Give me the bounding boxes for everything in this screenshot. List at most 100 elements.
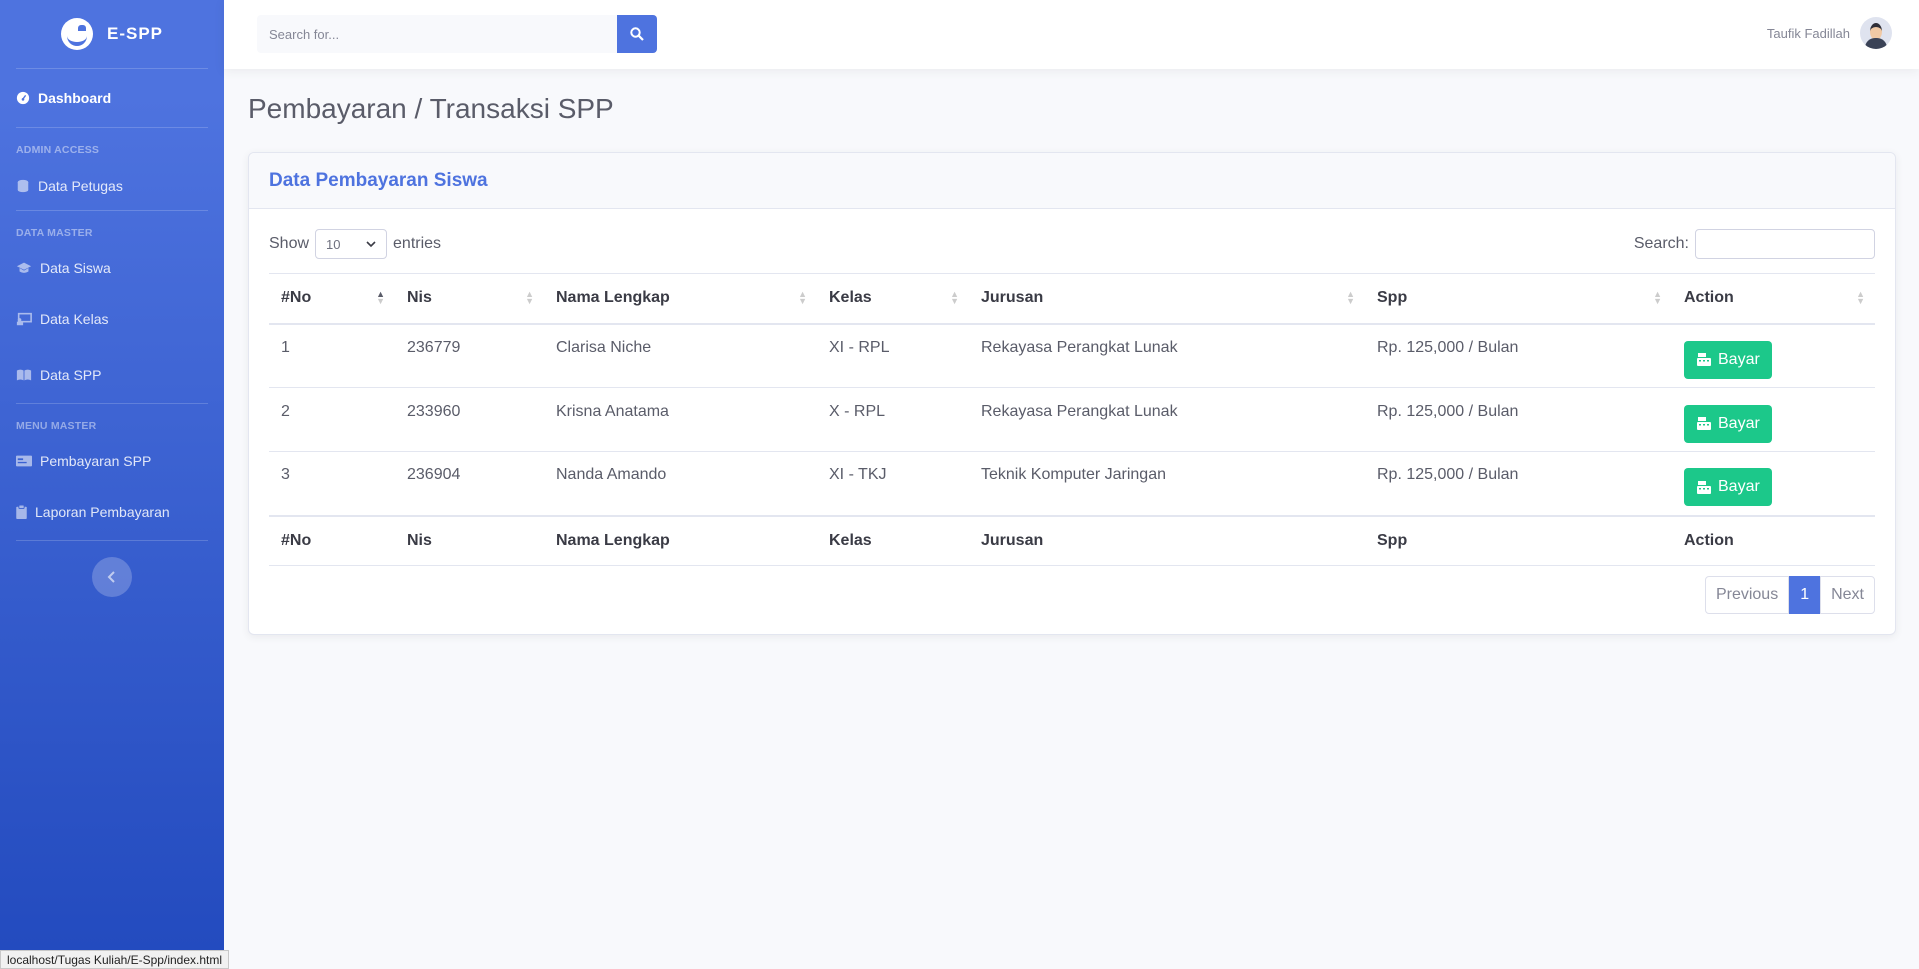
sidebar-item-label: Laporan Pembayaran — [35, 504, 170, 520]
sidebar-item-label: Dashboard — [38, 90, 112, 106]
sidebar-brand[interactable]: E-SPP — [0, 0, 224, 68]
sort-icon: ▲ ▼ — [950, 289, 959, 307]
table-row: 2 233960 Krisna Anatama X - RPL Rekayasa… — [269, 387, 1875, 452]
footer-action: Action — [1672, 514, 1875, 566]
column-header-no[interactable]: #No ▲ ▼ — [269, 273, 395, 325]
sidebar-item-data-spp[interactable]: Data SPP — [0, 347, 224, 403]
show-label: Show — [269, 235, 310, 252]
entries-select[interactable]: 10 — [315, 229, 388, 259]
column-header-jurusan[interactable]: Jurusan ▲ ▼ — [969, 273, 1365, 325]
sidebar-item-label: Data Petugas — [38, 178, 123, 194]
table-row: 1 236779 Clarisa Niche XI - RPL Rekayasa… — [269, 323, 1875, 388]
money-check-icon — [16, 455, 32, 467]
topbar: Taufik Fadillah — [224, 0, 1919, 69]
sidebar-item-laporan-pembayaran[interactable]: Laporan Pembayaran — [0, 484, 224, 540]
bayar-label: Bayar — [1718, 350, 1760, 368]
cell-no: 3 — [269, 451, 395, 516]
next-button[interactable]: Next — [1820, 576, 1875, 614]
cell-spp: Rp. 125,000 / Bulan — [1365, 323, 1672, 388]
chevron-left-icon — [107, 571, 115, 583]
column-header-label: Nis — [407, 289, 432, 307]
laugh-wink-icon — [60, 18, 93, 50]
sidebar-heading-data-master: DATA MASTER — [16, 227, 93, 239]
column-header-nis[interactable]: Nis ▲ ▼ — [395, 273, 544, 325]
sidebar-item-data-petugas[interactable]: Data Petugas — [0, 162, 224, 210]
sidebar-divider — [16, 540, 208, 541]
table-header-row: #No ▲ ▼ Nis ▲ ▼ Nama Lengkap ▲ ▼ Kelas ▲ ▼ Jurus… — [269, 273, 1875, 325]
footer-spp: Spp — [1365, 514, 1672, 566]
sidebar: E-SPP Dashboard ADMIN ACCESS Data Petuga… — [0, 0, 224, 969]
chevron-down-icon — [366, 240, 376, 247]
bayar-button[interactable]: Bayar — [1684, 404, 1772, 443]
previous-button[interactable]: Previous — [1704, 576, 1790, 614]
brand-name: E-SPP — [106, 24, 164, 43]
column-header-nama[interactable]: Nama Lengkap ▲ ▼ — [544, 273, 817, 325]
browser-status-url: localhost/Tugas Kuliah/E-Spp/index.html — [0, 950, 230, 969]
column-header-action[interactable]: Action ▲ ▼ — [1672, 273, 1875, 325]
sort-icon: ▲ ▼ — [1346, 289, 1355, 307]
book-open-icon — [16, 369, 32, 381]
cell-no: 1 — [269, 323, 395, 388]
card-title: Data Pembayaran Siswa — [269, 169, 488, 191]
search-input[interactable] — [257, 15, 617, 53]
bayar-label: Bayar — [1718, 414, 1760, 432]
sidebar-item-data-siswa[interactable]: Data Siswa — [0, 245, 224, 291]
cell-kelas: XI - TKJ — [817, 451, 969, 516]
cell-nama: Clarisa Niche — [544, 323, 817, 388]
table-controls: Show 10 entries Search: — [269, 229, 1875, 259]
database-icon — [17, 179, 29, 193]
payment-table: #No ▲ ▼ Nis ▲ ▼ Nama Lengkap ▲ ▼ Kelas ▲ ▼ Jurus… — [269, 273, 1875, 566]
sort-asc-icon: ▲ ▼ — [376, 289, 385, 307]
column-header-label: Jurusan — [981, 289, 1044, 307]
tachometer-icon — [16, 91, 30, 105]
search-icon — [630, 27, 644, 41]
sidebar-toggle-button[interactable] — [92, 557, 132, 597]
avatar — [1860, 17, 1892, 49]
bayar-button[interactable]: Bayar — [1684, 468, 1772, 507]
graduation-cap-icon — [16, 262, 32, 273]
table-footer-row: #No Nis Nama Lengkap Kelas Jurusan Spp A… — [269, 514, 1875, 566]
sidebar-item-data-kelas[interactable]: Data Kelas — [0, 291, 224, 347]
page-title: Pembayaran / Transaksi SPP — [248, 93, 614, 124]
column-header-spp[interactable]: Spp ▲ ▼ — [1365, 273, 1672, 325]
cell-kelas: X - RPL — [817, 387, 969, 452]
cell-nama: Nanda Amando — [544, 451, 817, 516]
cell-nis: 233960 — [395, 387, 544, 452]
sidebar-item-dashboard[interactable]: Dashboard — [0, 69, 224, 127]
cell-spp: Rp. 125,000 / Bulan — [1365, 387, 1672, 452]
card-body: Show 10 entries Search: #No ▲▼ Nis ▲▼ — [249, 209, 1895, 586]
chalkboard-icon — [16, 312, 32, 326]
sort-icon: ▲ ▼ — [525, 289, 534, 307]
sort-icon: ▲ ▼ — [1856, 289, 1865, 307]
cell-jurusan: Teknik Komputer Jaringan — [969, 451, 1365, 516]
pagination: Previous 1 Next — [1704, 576, 1875, 614]
sidebar-item-label: Data Siswa — [40, 260, 111, 276]
bayar-label: Bayar — [1718, 478, 1760, 496]
payment-card: Data Pembayaran Siswa Show 10 entries Se… — [248, 152, 1896, 635]
cell-kelas: XI - RPL — [817, 323, 969, 388]
sidebar-item-pembayaran-spp[interactable]: Pembayaran SPP — [0, 438, 224, 484]
column-header-kelas[interactable]: Kelas ▲ ▼ — [817, 273, 969, 325]
footer-jurusan: Jurusan — [969, 514, 1365, 566]
column-header-label: Action — [1684, 289, 1734, 307]
table-row: 3 236904 Nanda Amando XI - TKJ Teknik Ko… — [269, 451, 1875, 516]
column-header-label: Spp — [1377, 289, 1408, 307]
bayar-button[interactable]: Bayar — [1684, 340, 1772, 379]
column-header-label: Nama Lengkap — [556, 289, 670, 307]
cell-jurusan: Rekayasa Perangkat Lunak — [969, 387, 1365, 452]
user-dropdown[interactable]: Taufik Fadillah — [1767, 17, 1892, 49]
sort-icon: ▲ ▼ — [798, 289, 807, 307]
page-1-button[interactable]: 1 — [1789, 576, 1821, 614]
sidebar-item-label: Pembayaran SPP — [40, 453, 152, 469]
column-header-label: #No — [281, 289, 312, 307]
table-search: Search: — [1634, 229, 1875, 259]
cell-nama: Krisna Anatama — [544, 387, 817, 452]
entries-label: entries — [393, 235, 442, 252]
entries-length: Show 10 entries — [269, 229, 441, 259]
column-header-label: Kelas — [829, 289, 872, 307]
cell-jurusan: Rekayasa Perangkat Lunak — [969, 323, 1365, 388]
search-button[interactable] — [617, 15, 657, 53]
sidebar-item-label: Data SPP — [40, 367, 102, 383]
table-search-input[interactable] — [1695, 229, 1875, 259]
cell-action: Bayar — [1672, 387, 1875, 452]
